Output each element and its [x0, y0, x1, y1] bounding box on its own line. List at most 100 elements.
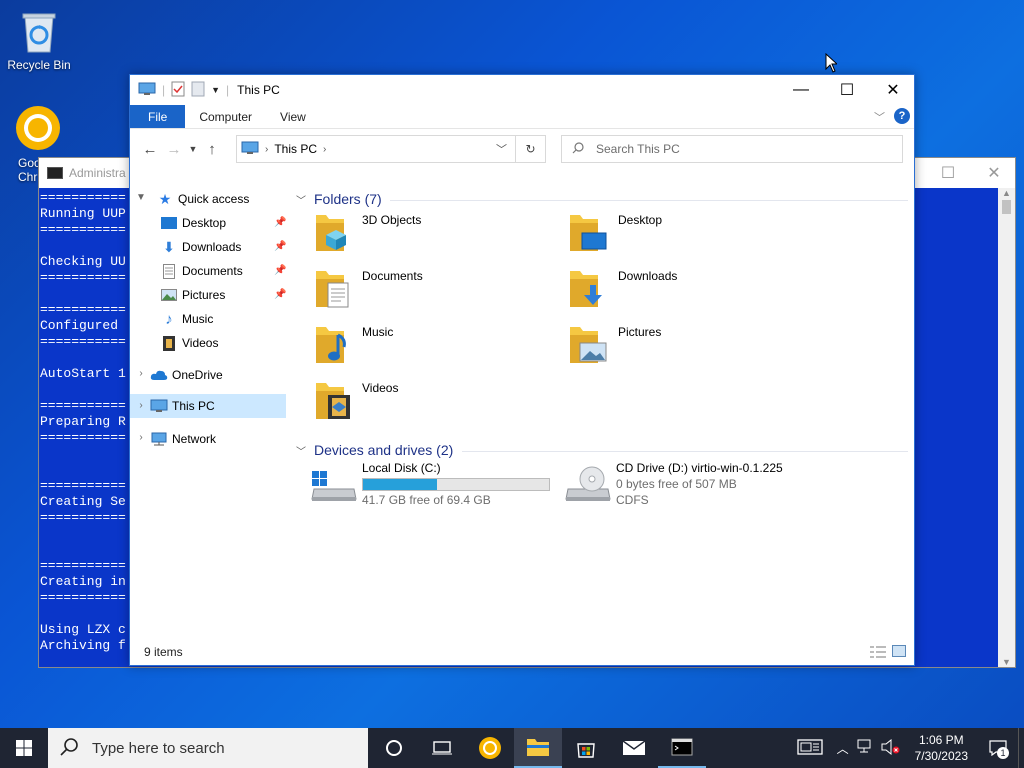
clock-date: 7/30/2023	[914, 749, 968, 763]
expand-this-pc-chevron-icon[interactable]: ›	[135, 400, 147, 411]
this-pc-icon	[138, 82, 156, 99]
expand-ribbon-chevron-icon[interactable]: ﹀	[874, 109, 885, 125]
volume-muted-icon[interactable]	[881, 738, 901, 758]
breadcrumb-this-pc[interactable]: This PC	[274, 142, 317, 156]
devices-group-header[interactable]: ﹀ Devices and drives (2)	[296, 442, 453, 458]
pin-icon: 📌	[274, 217, 287, 228]
maximize-button[interactable]: ☐	[824, 75, 870, 105]
nav-quick-access[interactable]: ★ Quick access	[156, 187, 286, 211]
console-maximize-button[interactable]: ☐	[925, 158, 971, 188]
mouse-cursor-icon	[825, 52, 839, 76]
network-icon	[150, 430, 168, 448]
large-icons-view-icon[interactable]	[892, 645, 906, 660]
taskbar-store[interactable]	[562, 728, 610, 768]
search-box[interactable]: Search This PC	[561, 135, 903, 163]
folder-3d-objects[interactable]: 3D Objects	[314, 209, 421, 256]
folder-documents[interactable]: Documents	[314, 265, 423, 312]
folder-music[interactable]: Music	[314, 321, 393, 368]
new-folder-icon[interactable]	[191, 81, 205, 100]
notification-center-button[interactable]: 1	[978, 728, 1018, 768]
nav-music[interactable]: ♪ Music	[160, 307, 286, 331]
folder-downloads[interactable]: Downloads	[568, 265, 677, 312]
minimize-button[interactable]: —	[778, 75, 824, 105]
downloads-folder-icon	[568, 265, 608, 312]
taskbar-search-box[interactable]: Type here to search	[48, 728, 368, 768]
search-input[interactable]: Search This PC	[596, 142, 680, 156]
customize-toolbar-chevron-icon[interactable]: ▼	[211, 85, 220, 95]
taskbar-file-explorer[interactable]	[514, 728, 562, 768]
nav-videos[interactable]: Videos	[160, 331, 286, 355]
nav-pictures[interactable]: Pictures	[160, 283, 286, 307]
details-view-icon[interactable]	[870, 646, 886, 661]
nav-documents[interactable]: Documents	[160, 259, 286, 283]
drive-name: Local Disk (C:)	[362, 461, 441, 475]
start-button[interactable]	[0, 728, 48, 768]
pin-icon: 📌	[274, 265, 287, 276]
drive-cd-d[interactable]: CD Drive (D:) virtio-win-0.1.225 0 bytes…	[564, 461, 824, 507]
help-icon[interactable]: ?	[894, 108, 910, 124]
address-bar[interactable]: › This PC › ﹀	[236, 135, 516, 163]
videos-folder-icon	[314, 377, 352, 424]
console-close-button[interactable]: ✕	[971, 158, 1017, 188]
downloads-icon: ⬇	[163, 238, 175, 255]
show-desktop-button[interactable]	[1018, 728, 1024, 768]
divider	[462, 451, 908, 452]
task-view-button[interactable]	[418, 728, 466, 768]
console-scroll-thumb[interactable]	[1002, 200, 1011, 214]
action-center-toggle-icon[interactable]	[796, 738, 823, 759]
tab-view[interactable]: View	[266, 105, 320, 128]
nav-this-pc[interactable]: This PC	[130, 394, 286, 418]
taskbar: Type here to search ︿ 1:06 PM 7/30/2023	[0, 728, 1024, 768]
cortana-button[interactable]	[370, 728, 418, 768]
up-button[interactable]: ↑	[200, 141, 224, 158]
clock-time: 1:06 PM	[918, 733, 964, 747]
search-icon	[60, 737, 78, 759]
quick-access-toolbar: | ▼ |	[130, 81, 229, 100]
clock[interactable]: 1:06 PM 7/30/2023	[905, 732, 978, 764]
desktop-icon-label: Recycle Bin	[7, 58, 71, 72]
nav-onedrive[interactable]: OneDrive	[150, 363, 286, 387]
recent-locations-chevron-icon[interactable]: ▼	[186, 144, 200, 154]
nav-desktop[interactable]: Desktop	[160, 211, 286, 235]
taskbar-chrome[interactable]	[466, 728, 514, 768]
documents-icon	[160, 262, 178, 280]
file-explorer-window[interactable]: | ▼ | This PC — ☐ ✕ File Computer View ﹀…	[129, 74, 915, 666]
nav-downloads[interactable]: ⬇ Downloads	[160, 235, 286, 259]
folder-videos[interactable]: Videos	[314, 377, 398, 424]
console-scrollbar[interactable]: ▲ ▼	[998, 188, 1015, 667]
task-view-icon	[432, 741, 452, 755]
close-button[interactable]: ✕	[870, 75, 916, 105]
cd-drive-icon	[564, 465, 612, 508]
expand-quick-access-chevron-icon[interactable]: ▼	[135, 192, 147, 203]
back-button[interactable]: ←	[138, 141, 162, 158]
nav-network[interactable]: Network	[150, 427, 286, 451]
network-status-icon[interactable]	[857, 739, 875, 758]
properties-icon[interactable]	[171, 81, 185, 100]
tab-file[interactable]: File	[130, 105, 186, 128]
status-bar: 9 items	[130, 639, 914, 665]
breadcrumb-separator-icon: ›	[265, 143, 269, 155]
folder-desktop[interactable]: Desktop	[568, 209, 662, 256]
folders-group-header[interactable]: ﹀ Folders (7)	[296, 191, 382, 207]
expand-network-chevron-icon[interactable]: ›	[135, 432, 147, 443]
taskbar-command-prompt[interactable]	[658, 728, 706, 768]
cloud-icon	[150, 366, 168, 384]
videos-icon	[160, 334, 178, 352]
address-history-chevron-icon[interactable]: ﹀	[496, 141, 507, 157]
taskbar-mail[interactable]	[610, 728, 658, 768]
window-title: This PC	[237, 83, 280, 97]
forward-button[interactable]: →	[162, 141, 186, 158]
taskbar-search-input[interactable]: Type here to search	[92, 740, 225, 757]
tab-computer[interactable]: Computer	[185, 105, 266, 128]
drive-name: CD Drive (D:) virtio-win-0.1.225	[616, 461, 783, 475]
drive-usage-fill	[363, 479, 438, 490]
pin-icon: 📌	[274, 241, 287, 252]
show-hidden-icons-chevron-icon[interactable]: ︿	[837, 740, 849, 757]
desktop-icon-recycle-bin[interactable]: Recycle Bin	[2, 8, 76, 72]
drive-local-disk-c[interactable]: Local Disk (C:) 41.7 GB free of 69.4 GB	[310, 461, 550, 507]
pictures-icon	[160, 286, 178, 304]
folder-pictures[interactable]: Pictures	[568, 321, 661, 368]
refresh-button[interactable]: ↻	[516, 135, 546, 163]
expand-onedrive-chevron-icon[interactable]: ›	[135, 368, 147, 379]
explorer-titlebar[interactable]: | ▼ | This PC — ☐ ✕	[130, 75, 914, 105]
